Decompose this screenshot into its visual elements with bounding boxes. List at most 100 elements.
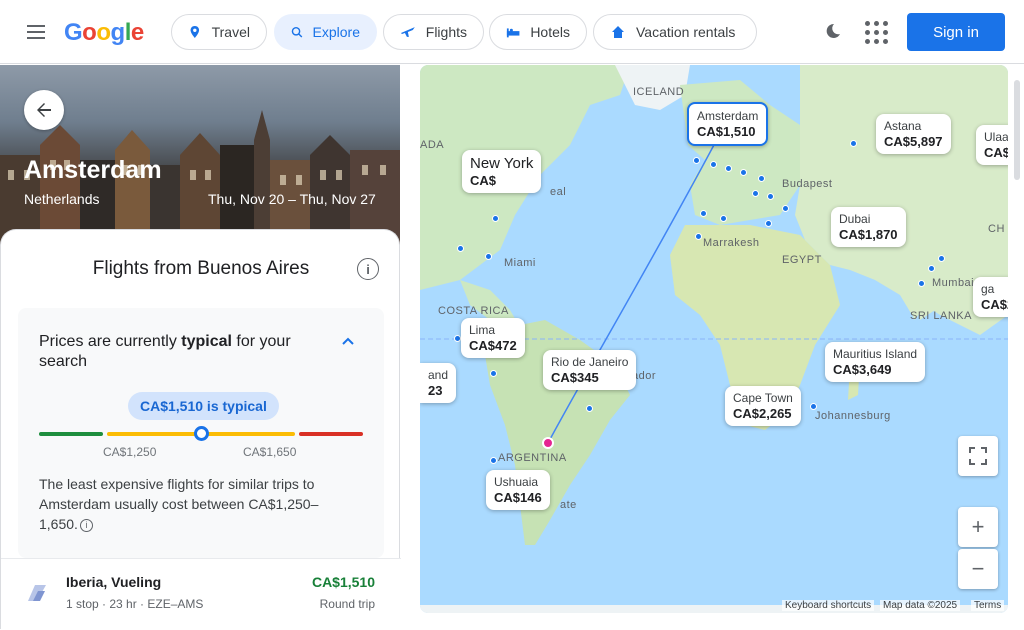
pin-cape-town[interactable]: Cape Town CA$2,265 xyxy=(725,386,801,426)
destination-dot[interactable] xyxy=(485,253,492,260)
price-insight-text: Prices are currently typical for your se… xyxy=(39,333,291,370)
destination-dot[interactable] xyxy=(586,405,593,412)
pin-mauritius-island[interactable]: Mauritius Island CA$3,649 xyxy=(825,342,926,382)
origin-marker-buenos-aires xyxy=(542,437,554,449)
destination-dot[interactable] xyxy=(918,280,925,287)
range-high-label: CA$1,650 xyxy=(243,445,297,459)
pin-ulaanbaatar[interactable]: Ulaa CA$ xyxy=(976,125,1008,165)
tab-vacation-rentals[interactable]: Vacation rentals xyxy=(593,14,757,50)
destination-dot[interactable] xyxy=(752,190,759,197)
google-logo[interactable]: Google xyxy=(64,19,144,47)
apps-grid-icon xyxy=(864,20,870,26)
map-label-montreal: eal xyxy=(550,186,567,198)
destination-dot[interactable] xyxy=(767,193,774,200)
destination-dot[interactable] xyxy=(782,205,789,212)
current-price-marker xyxy=(193,426,209,441)
pin-astana[interactable]: Astana CA$5,897 xyxy=(876,114,951,154)
destination-dot[interactable] xyxy=(850,140,857,147)
destination-dot[interactable] xyxy=(457,245,464,252)
page-scrollbar[interactable] xyxy=(1014,80,1020,180)
explore-map[interactable]: ICELAND ADA eal Budapest Miami Marrakesh… xyxy=(420,65,1008,613)
destination-dot[interactable] xyxy=(740,169,747,176)
pin-amsterdam[interactable]: Amsterdam CA$1,510 xyxy=(687,102,769,146)
logo-letter: o xyxy=(96,19,111,46)
destination-dot[interactable] xyxy=(490,370,497,377)
destination-dot[interactable] xyxy=(758,175,765,182)
destination-dot[interactable] xyxy=(492,215,499,222)
airline-logo-icon xyxy=(28,585,46,601)
destination-dot[interactable] xyxy=(938,255,945,262)
pin-dubai[interactable]: Dubai CA$1,870 xyxy=(831,207,906,247)
map-label-iceland: ICELAND xyxy=(633,86,685,98)
tab-flights-label: Flights xyxy=(425,24,467,40)
destination-dot[interactable] xyxy=(720,215,727,222)
pin-rio-de-janeiro[interactable]: Rio de Janeiro CA$345 xyxy=(543,350,637,390)
pin-new-york[interactable]: New York CA$ xyxy=(462,150,542,193)
pin-partial-left[interactable]: and 23 xyxy=(420,363,457,403)
destination-country: Netherlands xyxy=(24,191,100,207)
map-label-johannesburg: Johannesburg xyxy=(815,410,891,422)
airline-name: Iberia, Vueling xyxy=(66,574,162,590)
map-label-china: CH xyxy=(988,223,1005,235)
pin-lima[interactable]: Lima CA$472 xyxy=(461,318,525,358)
destination-city: Amsterdam xyxy=(24,156,162,184)
zoom-in-button[interactable]: + xyxy=(958,507,998,547)
range-low-label: CA$1,250 xyxy=(103,445,157,459)
tab-explore[interactable]: Explore xyxy=(274,14,377,50)
destination-dot[interactable] xyxy=(490,457,497,464)
logo-letter: o xyxy=(82,19,97,46)
collapse-insights-button[interactable] xyxy=(328,322,368,362)
map-label-miami: Miami xyxy=(504,257,536,269)
tab-hotels[interactable]: Hotels xyxy=(489,14,587,50)
top-app-bar: Google Travel Explore Flights Hotels Vac… xyxy=(0,0,1024,64)
destination-dot[interactable] xyxy=(810,403,817,410)
map-label-costa-rica: COSTA RICA xyxy=(438,305,509,317)
price-range-description: The least expensive flights for similar … xyxy=(39,476,319,532)
destination-dot[interactable] xyxy=(928,265,935,272)
destination-dot[interactable] xyxy=(710,161,717,168)
vacation-rentals-icon xyxy=(612,26,624,38)
panel-title: Flights from Buenos Aires xyxy=(92,258,310,279)
google-apps-button[interactable] xyxy=(858,14,894,50)
flight-price: CA$1,510 xyxy=(311,574,375,590)
zoom-out-button[interactable]: − xyxy=(958,549,998,589)
typical-price-badge: CA$1,510 is typical xyxy=(128,392,279,420)
terms-link[interactable]: Terms xyxy=(971,600,1005,611)
tab-travel[interactable]: Travel xyxy=(171,14,267,50)
flight-result-row[interactable]: Iberia, Vueling 1 stop · 23 hr · EZE–AMS… xyxy=(1,558,401,630)
price-level-typical[interactable]: typical xyxy=(181,333,232,350)
pin-ushuaia[interactable]: Ushuaia CA$146 xyxy=(486,470,550,510)
back-button[interactable] xyxy=(24,90,64,130)
logo-letter: g xyxy=(110,19,126,46)
destination-dot[interactable] xyxy=(765,220,772,227)
flight-details: 1 stop · 23 hr · EZE–AMS xyxy=(66,597,204,611)
destination-dot[interactable] xyxy=(700,210,707,217)
range-info-icon[interactable]: i xyxy=(79,518,93,532)
trip-dates[interactable]: Thu, Nov 20 – Thu, Nov 27 xyxy=(208,191,376,207)
main-menu-button[interactable] xyxy=(16,12,56,52)
sign-in-button[interactable]: Sign in xyxy=(907,13,1005,51)
destination-dot[interactable] xyxy=(725,165,732,172)
dark-theme-button[interactable] xyxy=(816,14,850,48)
tab-hotels-label: Hotels xyxy=(530,24,570,40)
map-label-state: ate xyxy=(560,499,577,511)
destination-dot[interactable] xyxy=(695,233,702,240)
flights-panel: Flights from Buenos Aires i Prices are c… xyxy=(0,229,401,630)
destination-dot[interactable] xyxy=(693,157,700,164)
tab-flights[interactable]: Flights xyxy=(383,14,484,50)
logo-letter: G xyxy=(64,19,83,46)
map-data-attribution: Map data ©2025 xyxy=(880,600,961,611)
hamburger-icon xyxy=(27,25,45,27)
map-label-egypt: EGYPT xyxy=(782,254,822,266)
trip-type: Round trip xyxy=(319,597,375,611)
arrow-back-icon xyxy=(37,103,51,117)
map-label-marrakesh: Marrakesh xyxy=(703,237,760,249)
map-label-canada: ADA xyxy=(420,139,445,151)
destination-dot[interactable] xyxy=(454,335,461,342)
fullscreen-button[interactable] xyxy=(958,436,998,476)
chevron-up-icon xyxy=(342,337,354,345)
pin-partial-right[interactable]: ga CA$2 xyxy=(973,277,1008,317)
info-icon[interactable]: i xyxy=(357,258,379,280)
flights-icon xyxy=(400,27,415,37)
keyboard-shortcuts-link[interactable]: Keyboard shortcuts xyxy=(782,600,875,611)
